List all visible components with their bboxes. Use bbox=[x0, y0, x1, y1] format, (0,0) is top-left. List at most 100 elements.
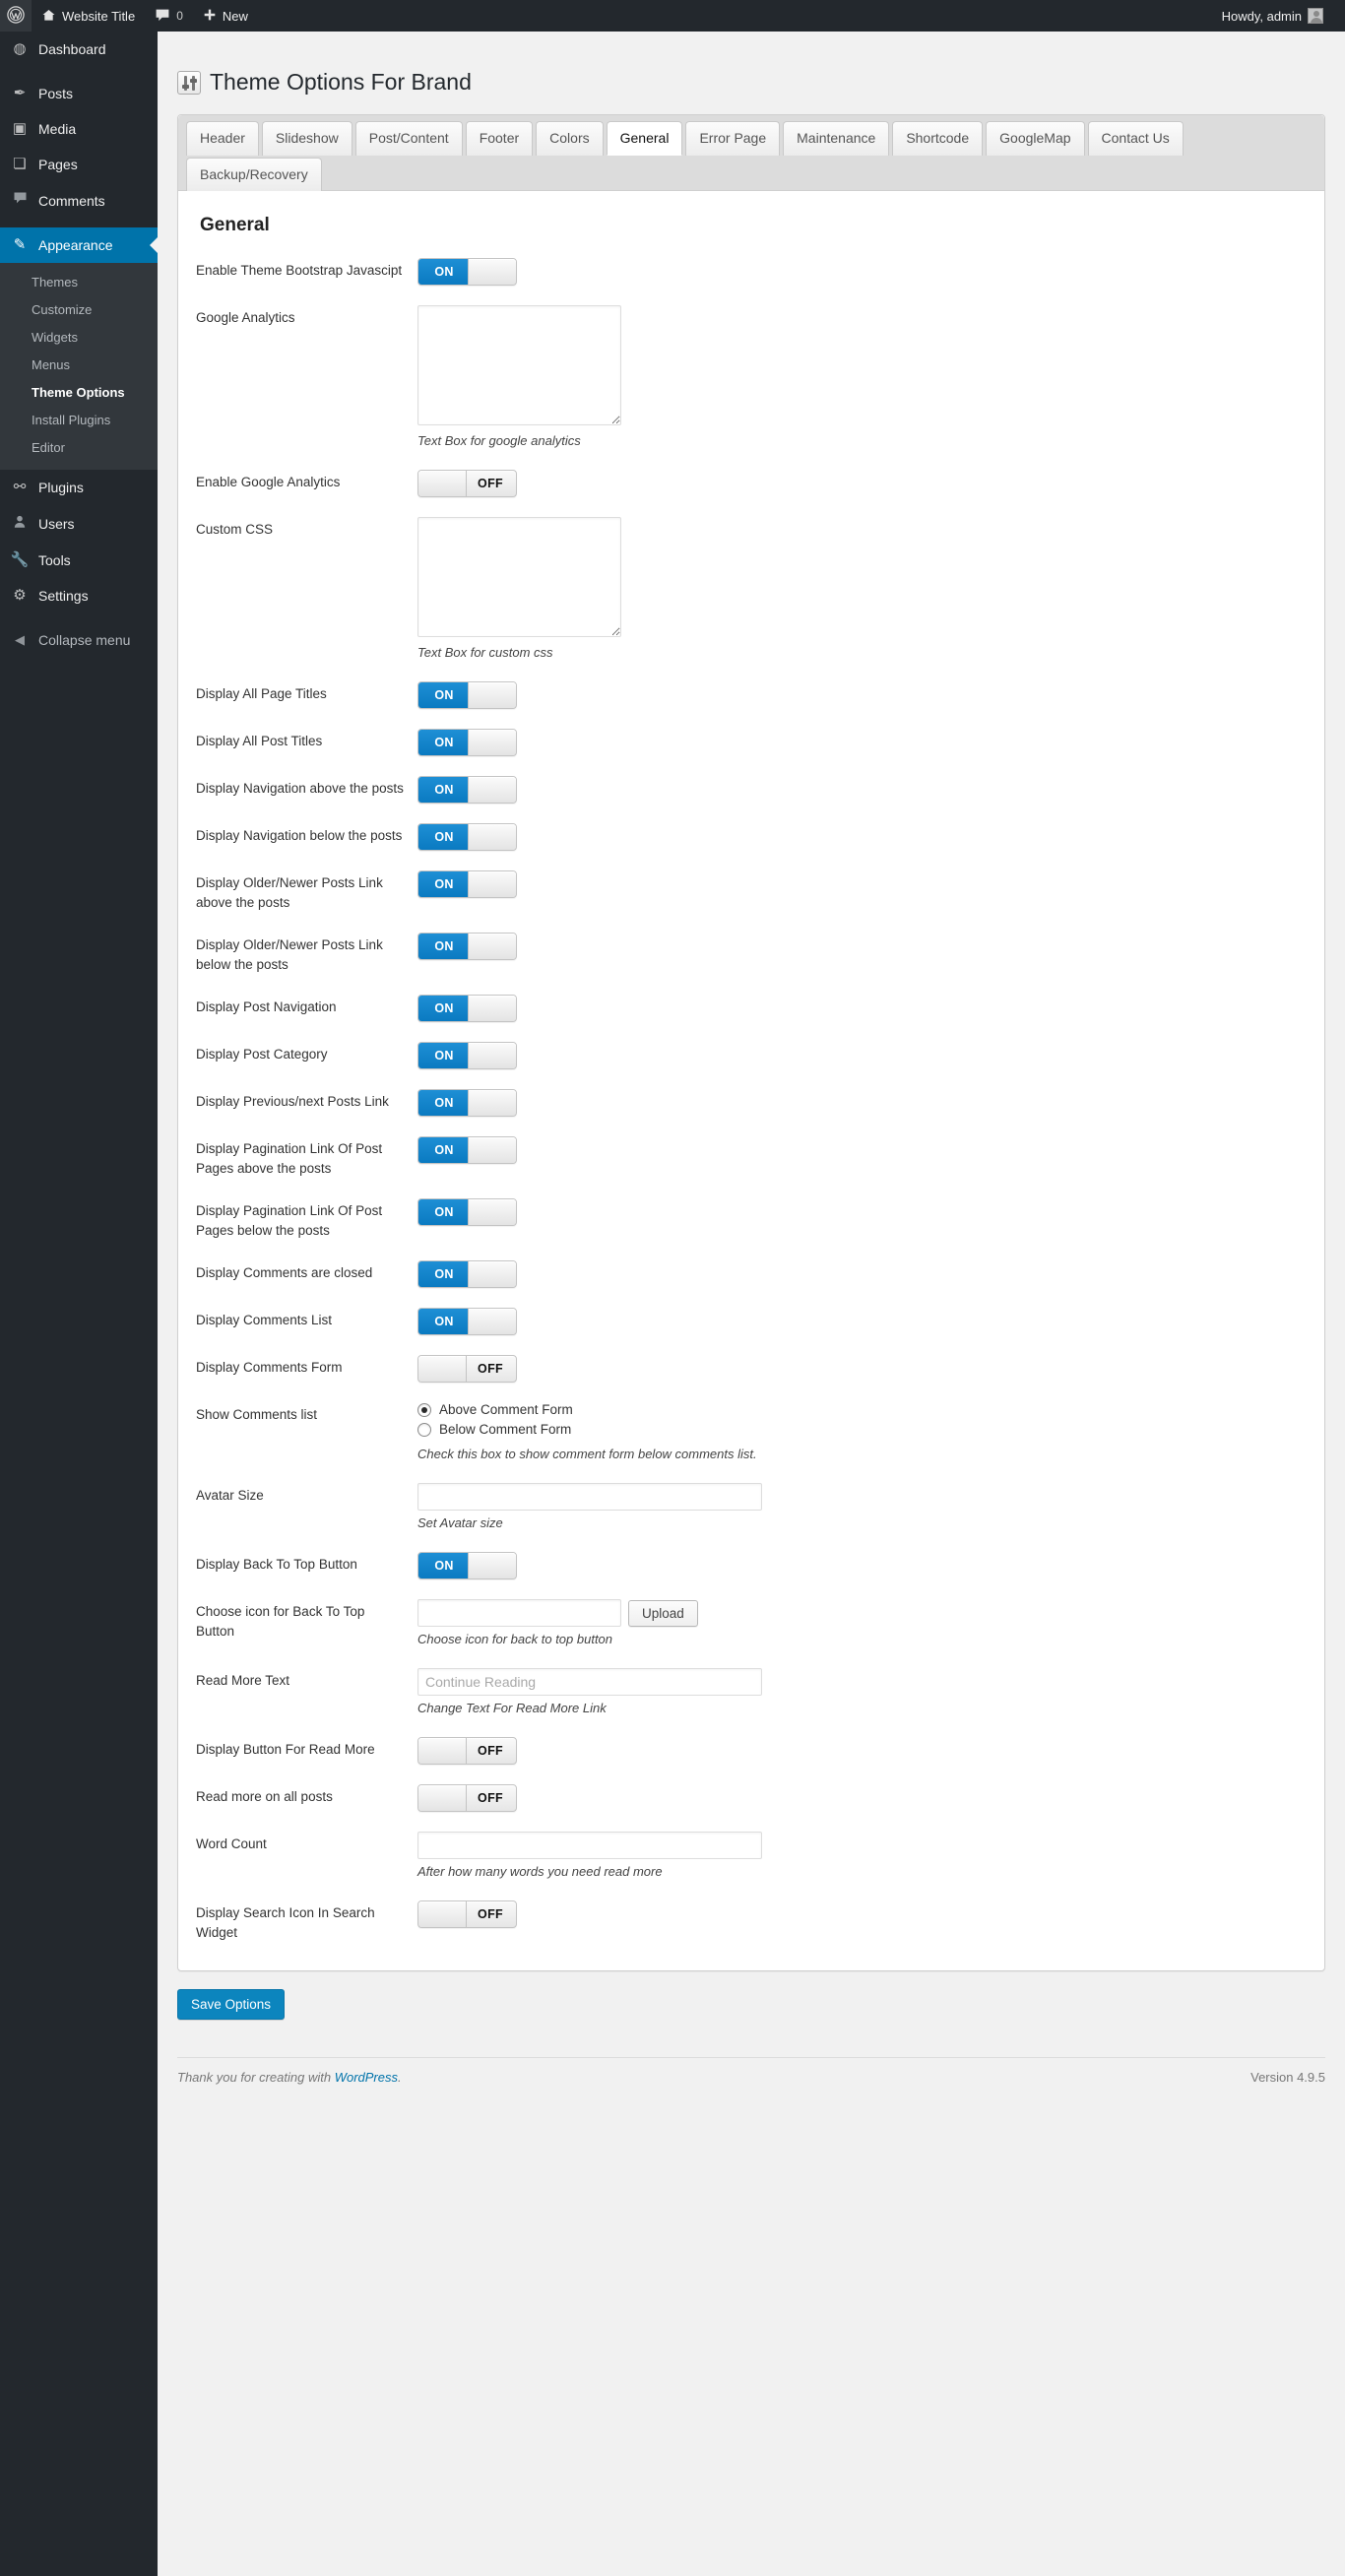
option-label: Word Count bbox=[196, 1836, 267, 1851]
radio-icon[interactable] bbox=[417, 1402, 431, 1417]
option-label: Display Pagination Link Of Post Pages ab… bbox=[196, 1141, 383, 1176]
option-row-display-older-newer-posts-link-below-the-posts: Display Older/Newer Posts Link below the… bbox=[196, 933, 1307, 995]
toggle-state-label: ON bbox=[418, 259, 470, 285]
dashboard-icon: ◍ bbox=[13, 40, 27, 57]
toggle-display-comments-form[interactable]: OFF bbox=[417, 1355, 517, 1383]
google-analytics-textarea[interactable] bbox=[417, 305, 621, 425]
save-options-button[interactable]: Save Options bbox=[177, 1989, 286, 2020]
toggle-display-navigation-above-the-posts[interactable]: ON bbox=[417, 776, 517, 804]
toggle-display-older-newer-posts-link-above-the-posts[interactable]: ON bbox=[417, 870, 517, 898]
tab-contact-us[interactable]: Contact Us bbox=[1087, 121, 1184, 156]
collapse-menu-button[interactable]: ◀ Collapse menu bbox=[0, 622, 158, 658]
option-label: Display Button For Read More bbox=[196, 1742, 375, 1757]
option-field: ON bbox=[417, 729, 1307, 756]
sidebar-item-media[interactable]: ▣ Media bbox=[0, 111, 158, 147]
submenu-item-menus[interactable]: Menus bbox=[0, 352, 158, 379]
sidebar-item-settings[interactable]: ⚙ Settings bbox=[0, 578, 158, 613]
custom-css-textarea[interactable] bbox=[417, 517, 621, 637]
tab-shortcode[interactable]: Shortcode bbox=[892, 121, 984, 156]
footer-thanks-suffix: . bbox=[398, 2070, 402, 2085]
option-row-google-analytics: Google Analytics Text Box for google ana… bbox=[196, 305, 1307, 470]
sidebar-item-posts[interactable]: ✒ Posts bbox=[0, 76, 158, 111]
submenu-item-theme-options[interactable]: Theme Options bbox=[0, 379, 158, 407]
option-label: Display Search Icon In Search Widget bbox=[196, 1905, 375, 1940]
toggle-state-label: OFF bbox=[478, 1362, 503, 1376]
toggle-knob bbox=[468, 934, 516, 959]
toggle-read-more-on-all-posts[interactable]: OFF bbox=[417, 1784, 517, 1812]
toggle-display-previous-next-posts-link[interactable]: ON bbox=[417, 1089, 517, 1117]
toggle-display-all-page-titles[interactable]: ON bbox=[417, 681, 517, 709]
radio-above-comment-form[interactable]: Above Comment Form bbox=[417, 1402, 1307, 1417]
tab-backup-recovery[interactable]: Backup/Recovery bbox=[186, 158, 322, 191]
tab-maintenance[interactable]: Maintenance bbox=[783, 121, 890, 156]
read-more-text-input[interactable] bbox=[417, 1668, 762, 1696]
tab-header[interactable]: Header bbox=[186, 121, 259, 156]
toggle-display-post-navigation[interactable]: ON bbox=[417, 995, 517, 1022]
sidebar-item-comments[interactable]: Comments bbox=[0, 182, 158, 219]
toggle-state-label: ON bbox=[418, 934, 470, 959]
toggle-knob bbox=[418, 1901, 467, 1927]
toggle-display-navigation-below-the-posts[interactable]: ON bbox=[417, 823, 517, 851]
sidebar-item-users[interactable]: Users bbox=[0, 505, 158, 543]
option-field: ON bbox=[417, 933, 1307, 960]
comments-bubble[interactable]: 0 bbox=[145, 0, 193, 32]
word-count-input[interactable] bbox=[417, 1832, 762, 1859]
site-name-menu[interactable]: Website Title bbox=[32, 0, 145, 32]
option-label: Show Comments list bbox=[196, 1407, 318, 1422]
submenu-item-themes[interactable]: Themes bbox=[0, 269, 158, 296]
radio-below-comment-form[interactable]: Below Comment Form bbox=[417, 1422, 1307, 1437]
sidebar-item-tools[interactable]: 🔧 Tools bbox=[0, 543, 158, 578]
toggle-display-search-icon-in-search-widget[interactable]: OFF bbox=[417, 1900, 517, 1928]
option-field: After how many words you need read more bbox=[417, 1832, 1307, 1881]
tab-error-page[interactable]: Error Page bbox=[685, 121, 781, 156]
option-field: ON bbox=[417, 1198, 1307, 1226]
toggle-enable-theme-bootstrap-javascipt[interactable]: ON bbox=[417, 258, 517, 286]
sidebar-item-dashboard[interactable]: ◍ Dashboard bbox=[0, 32, 158, 67]
tab-footer[interactable]: Footer bbox=[465, 121, 534, 156]
wordpress-link[interactable]: WordPress bbox=[335, 2070, 398, 2085]
comments-count: 0 bbox=[176, 9, 183, 23]
submenu-item-install-plugins[interactable]: Install Plugins bbox=[0, 407, 158, 434]
option-row-display-pagination-link-of-post-pages-below-the-posts: Display Pagination Link Of Post Pages be… bbox=[196, 1198, 1307, 1260]
admin-bar-left: Website Title 0 New bbox=[0, 0, 258, 32]
sidebar-item-pages[interactable]: ❏ Pages bbox=[0, 147, 158, 182]
sidebar-item-plugins[interactable]: ⚯ Plugins bbox=[0, 470, 158, 505]
submenu-item-customize[interactable]: Customize bbox=[0, 296, 158, 324]
radio-icon[interactable] bbox=[417, 1422, 431, 1437]
avatar-size-input[interactable] bbox=[417, 1483, 762, 1511]
sidebar-item-label: Appearance bbox=[38, 237, 113, 253]
toggle-knob bbox=[468, 1043, 516, 1068]
option-row-display-comments-form: Display Comments Form OFF bbox=[196, 1355, 1307, 1402]
option-field: ON bbox=[417, 1260, 1307, 1288]
back-to-top-icon-input[interactable] bbox=[417, 1599, 621, 1627]
option-field: Text Box for custom css bbox=[417, 517, 1307, 662]
toggle-display-button-for-read-more[interactable]: OFF bbox=[417, 1737, 517, 1765]
upload-button[interactable]: Upload bbox=[628, 1599, 698, 1627]
my-account-menu[interactable]: Howdy, admin bbox=[1212, 0, 1333, 32]
toggle-display-all-post-titles[interactable]: ON bbox=[417, 729, 517, 756]
tab-post-content[interactable]: Post/Content bbox=[354, 121, 463, 156]
toggle-display-older-newer-posts-link-below-the-posts[interactable]: ON bbox=[417, 933, 517, 960]
toggle-display-post-category[interactable]: ON bbox=[417, 1042, 517, 1069]
option-description: Change Text For Read More Link bbox=[417, 1701, 607, 1715]
toggle-display-comments-list[interactable]: ON bbox=[417, 1308, 517, 1335]
toggle-display-comments-are-closed[interactable]: ON bbox=[417, 1260, 517, 1288]
toggle-display-back-to-top-button[interactable]: ON bbox=[417, 1552, 517, 1579]
new-content-menu[interactable]: New bbox=[193, 0, 258, 32]
sidebar-item-appearance[interactable]: ✎ Appearance bbox=[0, 227, 158, 263]
submenu-item-widgets[interactable]: Widgets bbox=[0, 324, 158, 352]
option-row-word-count: Word Count After how many words you need… bbox=[196, 1832, 1307, 1900]
wordpress-logo-icon bbox=[7, 6, 25, 26]
toggle-display-pagination-link-of-post-pages-above-the-posts[interactable]: ON bbox=[417, 1136, 517, 1164]
toggle-enable-google-analytics[interactable]: OFF bbox=[417, 470, 517, 497]
tab-googlemap[interactable]: GoogleMap bbox=[986, 121, 1085, 156]
option-field: ON bbox=[417, 776, 1307, 804]
admin-content: Theme Options For Brand Header Slideshow… bbox=[158, 32, 1345, 2576]
toggle-display-pagination-link-of-post-pages-below-the-posts[interactable]: ON bbox=[417, 1198, 517, 1226]
tab-colors[interactable]: Colors bbox=[536, 121, 604, 156]
option-label: Read More Text bbox=[196, 1673, 290, 1688]
tab-general[interactable]: General bbox=[606, 121, 683, 156]
wordpress-logo-button[interactable] bbox=[0, 0, 32, 32]
tab-slideshow[interactable]: Slideshow bbox=[261, 121, 352, 156]
submenu-item-editor[interactable]: Editor bbox=[0, 434, 158, 462]
